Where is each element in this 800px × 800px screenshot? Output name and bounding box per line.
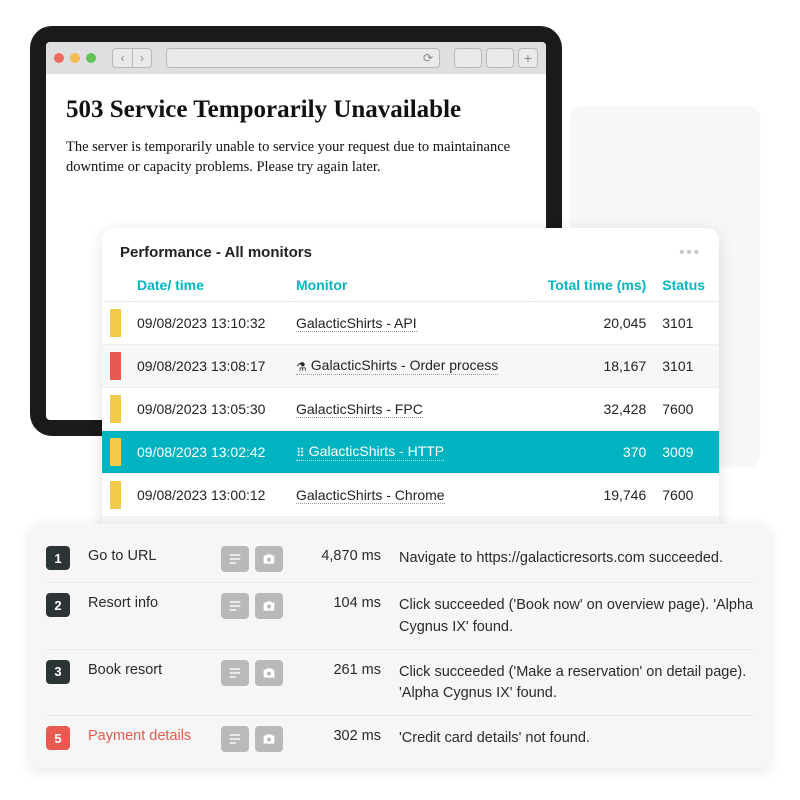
error-title: 503 Service Temporarily Unavailable (66, 96, 526, 124)
cell-monitor[interactable]: GalacticShirts - FPC (288, 388, 528, 431)
log-icon[interactable] (221, 593, 249, 619)
step-duration: 302 ms (301, 726, 381, 744)
status-color-bar (110, 309, 121, 337)
step-number-badge: 2 (46, 593, 70, 617)
step-name: Book resort (88, 660, 203, 678)
step-number-badge: 5 (46, 726, 70, 750)
status-color-bar (110, 438, 121, 466)
window-close-icon[interactable] (54, 53, 64, 63)
table-row[interactable]: 09/08/2023 13:02:42⠿GalacticShirts - HTT… (102, 431, 719, 474)
step-number-badge: 3 (46, 660, 70, 684)
screenshot-icon[interactable] (255, 593, 283, 619)
new-tab-button[interactable]: + (518, 48, 538, 68)
step-name: Resort info (88, 593, 203, 611)
step-detail: Navigate to https://galacticresorts.com … (399, 546, 754, 570)
step-row: 5 Payment details 302 ms 'Credit card detai… (46, 715, 754, 762)
step-row: 1 Go to URL 4,870 ms Navigate to https://ga… (46, 536, 754, 582)
col-status[interactable]: Status (654, 271, 719, 302)
cell-total-time: 19,746 (528, 474, 654, 517)
cell-status: 7600 (654, 474, 719, 517)
cell-datetime: 09/08/2023 13:08:17 (129, 345, 288, 388)
log-icon[interactable] (221, 660, 249, 686)
flask-icon: ⚗ (296, 360, 307, 374)
window-zoom-icon[interactable] (86, 53, 96, 63)
step-duration: 261 ms (301, 660, 381, 678)
status-color-bar (110, 352, 121, 380)
cell-status: 3101 (654, 345, 719, 388)
cell-total-time: 18,167 (528, 345, 654, 388)
cell-status: 7600 (654, 388, 719, 431)
step-detail: 'Credit card details' not found. (399, 726, 754, 750)
step-detail: Click succeeded ('Book now' on overview … (399, 593, 754, 639)
cell-status: 3101 (654, 302, 719, 345)
cell-monitor[interactable]: GalacticShirts - API (288, 302, 528, 345)
col-datetime[interactable]: Date/ time (129, 271, 288, 302)
window-minimize-icon[interactable] (70, 53, 80, 63)
table-row[interactable]: 09/08/2023 13:00:12GalacticShirts - Chro… (102, 474, 719, 517)
transaction-steps-card: 1 Go to URL 4,870 ms Navigate to https://ga… (30, 524, 770, 768)
step-name: Payment details (88, 726, 203, 744)
browser-chrome: ‹ › ⟳ + (46, 42, 546, 74)
step-name: Go to URL (88, 546, 203, 564)
step-number-badge: 1 (46, 546, 70, 570)
table-row[interactable]: 09/08/2023 13:10:32GalacticShirts - API2… (102, 302, 719, 345)
status-color-bar (110, 395, 121, 423)
cell-datetime: 09/08/2023 13:00:12 (129, 474, 288, 517)
step-row: 2 Resort info 104 ms Click succeeded ('Book… (46, 582, 754, 649)
forward-button[interactable]: › (132, 48, 152, 68)
screenshot-icon[interactable] (255, 546, 283, 572)
screenshot-icon[interactable] (255, 660, 283, 686)
status-color-bar (110, 481, 121, 509)
col-total-time[interactable]: Total time (ms) (528, 271, 654, 302)
cell-total-time: 32,428 (528, 388, 654, 431)
error-body: The server is temporarily unable to serv… (66, 138, 516, 177)
cell-monitor[interactable]: ⚗GalacticShirts - Order process (288, 345, 528, 388)
table-row[interactable]: 09/08/2023 13:05:30GalacticShirts - FPC3… (102, 388, 719, 431)
col-monitor[interactable]: Monitor (288, 271, 528, 302)
grid-icon: ⠿ (296, 446, 305, 460)
cell-datetime: 09/08/2023 13:05:30 (129, 388, 288, 431)
log-icon[interactable] (221, 546, 249, 572)
cell-datetime: 09/08/2023 13:02:42 (129, 431, 288, 474)
browser-tab[interactable] (486, 48, 514, 68)
log-icon[interactable] (221, 726, 249, 752)
step-duration: 104 ms (301, 593, 381, 611)
address-bar[interactable]: ⟳ (166, 48, 440, 68)
performance-title: Performance - All monitors (120, 244, 312, 261)
step-detail: Click succeeded ('Make a reservation' on… (399, 660, 754, 706)
cell-status: 3009 (654, 431, 719, 474)
back-button[interactable]: ‹ (112, 48, 132, 68)
more-menu-icon[interactable]: ••• (679, 244, 701, 261)
cell-datetime: 09/08/2023 13:10:32 (129, 302, 288, 345)
screenshot-icon[interactable] (255, 726, 283, 752)
cell-monitor[interactable]: GalacticShirts - Chrome (288, 474, 528, 517)
page-content: 503 Service Temporarily Unavailable The … (46, 74, 546, 199)
reload-icon[interactable]: ⟳ (423, 51, 433, 65)
step-duration: 4,870 ms (301, 546, 381, 564)
browser-tab[interactable] (454, 48, 482, 68)
table-row[interactable]: 09/08/2023 13:08:17⚗GalacticShirts - Ord… (102, 345, 719, 388)
cell-total-time: 370 (528, 431, 654, 474)
cell-monitor[interactable]: ⠿GalacticShirts - HTTP (288, 431, 528, 474)
step-row: 3 Book resort 261 ms Click succeeded ('Make… (46, 649, 754, 716)
cell-total-time: 20,045 (528, 302, 654, 345)
